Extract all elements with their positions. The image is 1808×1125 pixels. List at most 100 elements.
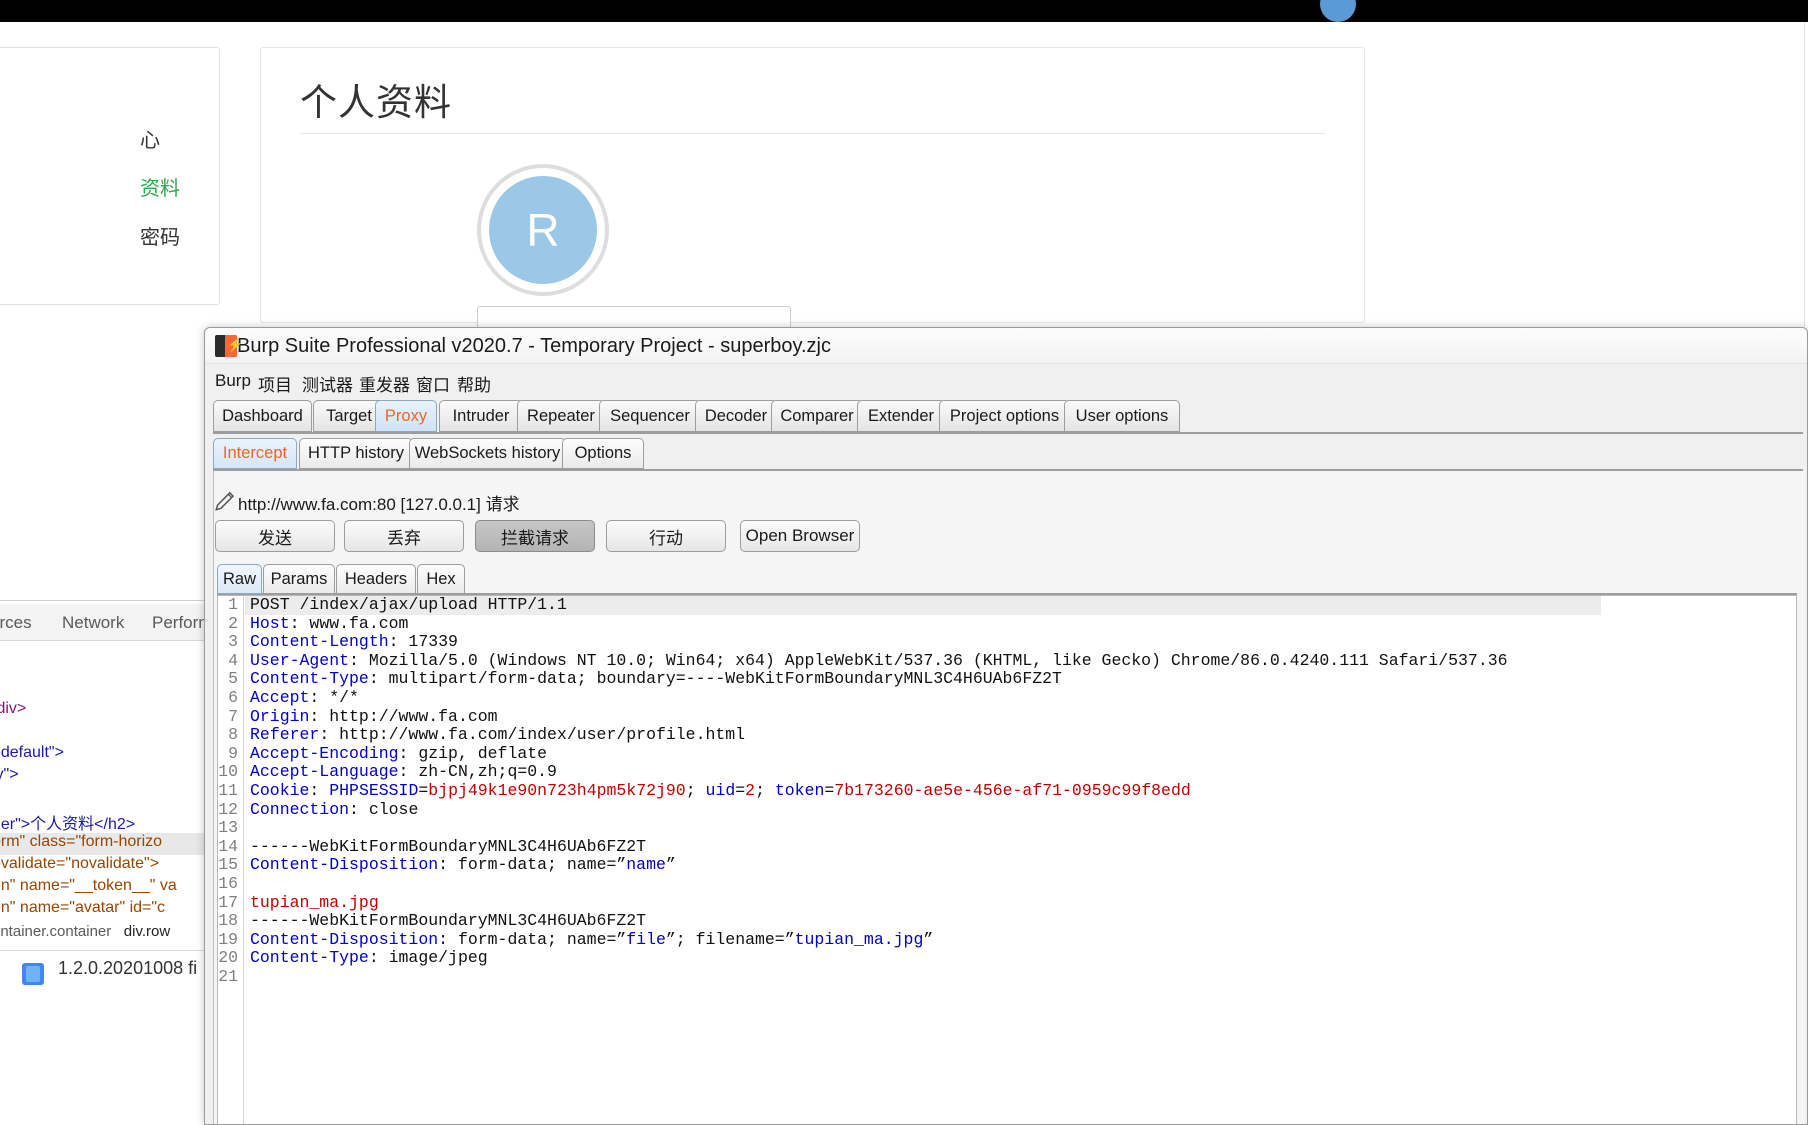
code-token: Content-Disposition [250,855,439,875]
code-token: 2 [745,780,756,800]
code-token: : gzip, deflate [398,743,548,763]
code-token: Accept [250,687,310,707]
code-token: Content-Type [250,948,369,968]
burp-titlebar[interactable]: ⚡ Burp Suite Professional v2020.7 - Temp… [205,328,1807,364]
devtools-code-line-7: ovalidate="novalidate"> [0,855,160,872]
tab-comparer[interactable]: Comparer [771,400,863,432]
code-token: 7b173260-ae5e-456e-af71-0959c99f8edd [834,780,1191,800]
page-title: 个人资料 [300,82,452,123]
code-token: ; [755,780,775,800]
line-number: 9 [228,743,238,763]
code-line: Content-Disposition: form-data; name=”na… [245,856,1601,875]
code-token: Host [250,613,290,633]
devtools-tab-network[interactable]: Network [62,613,124,633]
code-token: Content-Type [250,669,369,689]
code-token: ------WebKitFormBoundaryMNL3C4H6UAb6FZ2T [250,836,647,856]
code-token: bjpj49k1e90n723h4pm5k72j90 [428,780,686,800]
code-token: : form-data; name=” [438,929,627,949]
devtools-code-line-2: l-default"> [0,744,64,761]
editor-tab-headers[interactable]: Headers [336,564,416,594]
open-browser-button[interactable]: Open Browser [740,520,860,552]
tab-project-options[interactable]: Project options [939,400,1070,432]
code-token: : form-data; name=” [438,855,627,875]
line-number: 6 [228,688,238,707]
breadcrumb[interactable]: ontainer.container div.row [0,923,170,940]
subtab-options[interactable]: Options [562,438,644,469]
line-number: 4 [228,650,238,670]
line-number: 5 [228,669,238,689]
code-token: : zh-CN,zh;q=0.9 [398,762,557,782]
code-token: = [418,780,429,800]
menu-item-help[interactable]: 帮助 [457,371,491,396]
window-title: Burp Suite Professional v2020.7 - Tempor… [237,335,831,357]
line-number: 1 [228,595,238,614]
menu-item-repeater[interactable]: 重发器 [359,371,410,396]
code-token: PHPSESSID [329,780,419,800]
editor-tab-params[interactable]: Params [263,564,335,594]
request-raw-text[interactable]: POST /index/ajax/upload HTTP/1.1 Host: ww… [245,596,1601,1124]
line-number: 3 [228,632,238,652]
editor-tab-hex[interactable]: Hex [417,564,465,594]
pencil-icon [215,491,235,511]
devtools-code-line-5: der">个人资料</h2> [0,816,136,833]
tab-extender[interactable]: Extender [857,400,945,432]
code-line: Origin: http://www.fa.com [245,706,1601,727]
code-line: tupian_ma.jpg [245,893,1601,913]
tab-intruder[interactable]: Intruder [439,400,523,432]
code-token: : www.fa.com [289,613,409,633]
devtools-code-line-8: en" name="__token__" va [0,877,177,894]
code-token: Connection [250,799,350,819]
breadcrumb-segment[interactable]: ontainer.container [0,923,124,940]
code-line: Content-Type: image/jpeg [245,948,1601,968]
tab-repeater[interactable]: Repeater [517,400,605,432]
avatar: R [489,176,597,284]
drop-button[interactable]: 丢弃 [344,520,464,552]
burp-bolt-icon: ⚡ [227,337,244,352]
request-editor[interactable]: 1 2 3 4 5 6 7 8 9 10 11 12 13 14 15 16 17 18 19 20 21 POST /… [217,595,1797,1124]
line-number: 8 [228,725,238,745]
menu-item-intruder[interactable]: 测试器 [302,371,353,396]
tab-decoder[interactable]: Decoder [695,400,777,432]
breadcrumb-segment[interactable]: div.row [124,923,170,940]
tab-proxy[interactable]: Proxy [375,400,437,432]
tab-user-options[interactable]: User options [1064,400,1180,432]
burp-suite-window: ⚡ Burp Suite Professional v2020.7 - Temp… [204,327,1808,1125]
tab-dashboard[interactable]: Dashboard [213,400,312,432]
action-button[interactable]: 行动 [606,520,726,552]
code-token: : close [349,799,419,819]
code-token: : Mozilla/5.0 (Windows NT 10.0; Win64; x… [349,650,1508,670]
code-line: ------WebKitFormBoundaryMNL3C4H6UAb6FZ2T [245,836,1601,857]
tab-sequencer[interactable]: Sequencer [599,400,701,432]
menu-item-burp[interactable]: Burp [215,371,251,391]
line-number: 2 [228,613,238,633]
code-token: : [309,780,330,800]
menu-item-project[interactable]: 项目 [258,371,292,396]
code-token: : http://www.fa.com [309,706,498,726]
subtab-intercept[interactable]: Intercept [213,438,297,469]
editor-tab-raw[interactable]: Raw [217,564,262,594]
menu-item-window[interactable]: 窗口 [416,371,450,396]
intercept-toggle-button[interactable]: 拦截请求 [475,520,595,552]
code-line: Accept: */* [245,687,1601,708]
code-token: uid [705,780,736,800]
code-line: Referer: http://www.fa.com/index/user/pr… [245,725,1601,745]
forward-button[interactable]: 发送 [215,520,335,552]
code-line: Accept-Language: zh-CN,zh;q=0.9 [245,763,1601,782]
code-line: POST /index/ajax/upload HTTP/1.1 [245,596,1601,615]
code-token: : http://www.fa.com/index/user/profile.h… [319,725,746,745]
code-token: Referer [250,725,320,745]
code-token: ”; filename=” [665,929,795,949]
line-number: 21 [218,967,238,986]
line-number-gutter: 1 2 3 4 5 6 7 8 9 10 11 12 13 14 15 16 17 18 19 20 21 [218,595,244,1124]
burp-main-tabs: Dashboard Target Proxy Intruder Repeater… [213,400,1803,434]
subtab-http-history[interactable]: HTTP history [299,438,413,469]
devtools-tab-sources[interactable]: urces [0,613,32,633]
code-line: Accept-Encoding: gzip, deflate [245,743,1601,764]
page-right-edge [1804,22,1808,327]
code-line: Content-Disposition: form-data; name=”fi… [245,929,1601,950]
subtab-websockets-history[interactable]: WebSockets history [409,438,566,469]
code-token: Origin [250,706,310,726]
line-number: 10 [218,762,238,782]
title-divider [300,133,1325,134]
devtools-code-line-3: ly"> [0,766,19,783]
